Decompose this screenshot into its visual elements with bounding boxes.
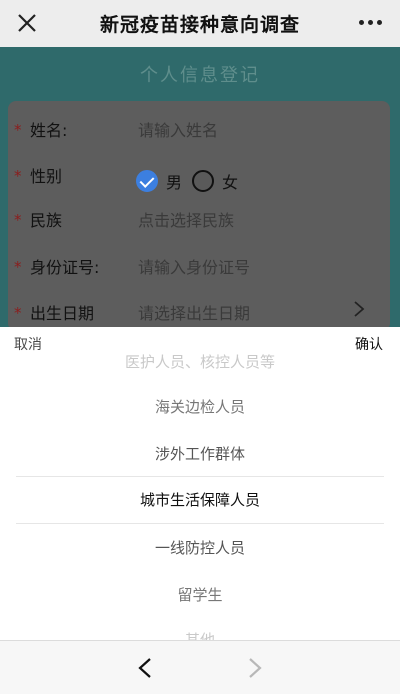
name-input[interactable]: 请输入姓名 [138, 117, 218, 141]
required-star: * [14, 167, 22, 185]
more-icon[interactable] [359, 20, 382, 25]
option-picker[interactable]: 取消 确认 医护人员、核控人员等 海关边检人员 涉外工作群体 城市生活保障人员 … [0, 327, 400, 640]
field-label-name: 姓名: [30, 121, 68, 140]
chevron-right-icon [354, 301, 365, 317]
field-row-ethnicity[interactable]: * 民族 点击选择民族 [0, 205, 400, 245]
gender-female-radio[interactable] [192, 170, 215, 192]
birth-date-select[interactable]: 请选择出生日期 [138, 300, 250, 324]
field-label-gender: 性别 [30, 167, 63, 186]
required-star: * [14, 211, 22, 229]
picker-selection-bottom-line [16, 523, 384, 524]
form-title: 个人信息登记 [140, 65, 260, 86]
picker-option[interactable]: 医护人员、核控人员等 [0, 351, 400, 372]
picker-option[interactable]: 其他 [0, 629, 400, 640]
chevron-left-icon[interactable] [136, 657, 154, 679]
field-row-name[interactable]: * 姓名: 请输入姓名 [0, 115, 400, 155]
page-title: 新冠疫苗接种意向调查 [99, 14, 300, 36]
picker-option-selected[interactable]: 城市生活保障人员 [0, 489, 400, 510]
field-label-id-number: 身份证号: [30, 258, 100, 277]
ethnicity-select[interactable]: 点击选择民族 [138, 207, 234, 231]
form-page: 个人信息登记 * 姓名: 请输入姓名 * 性别 男 女 * 民族 点击选择民族 … [0, 47, 400, 331]
picker-selection-top-line [16, 476, 384, 477]
picker-option[interactable]: 留学生 [0, 584, 400, 605]
field-row-id-number[interactable]: * 身份证号: 请输入身份证号 [0, 252, 400, 292]
picker-option[interactable]: 海关边检人员 [0, 396, 400, 417]
chevron-right-icon[interactable] [246, 657, 264, 679]
top-nav-bar: 新冠疫苗接种意向调查 [0, 0, 400, 47]
gender-male-label[interactable]: 男 [166, 169, 182, 193]
picker-option[interactable]: 一线防控人员 [0, 537, 400, 558]
gender-female-label[interactable]: 女 [222, 169, 238, 193]
required-star: * [14, 304, 22, 322]
close-icon[interactable] [16, 12, 38, 34]
required-star: * [14, 121, 22, 139]
field-label-ethnicity: 民族 [30, 211, 63, 230]
id-number-input[interactable]: 请输入身份证号 [138, 254, 250, 278]
field-label-birth-date: 出生日期 [30, 304, 95, 323]
gender-radio-group: 男 女 [136, 169, 248, 193]
gender-male-radio[interactable] [136, 170, 158, 192]
picker-option[interactable]: 涉外工作群体 [0, 443, 400, 464]
required-star: * [14, 258, 22, 276]
bottom-browser-bar [0, 640, 400, 694]
